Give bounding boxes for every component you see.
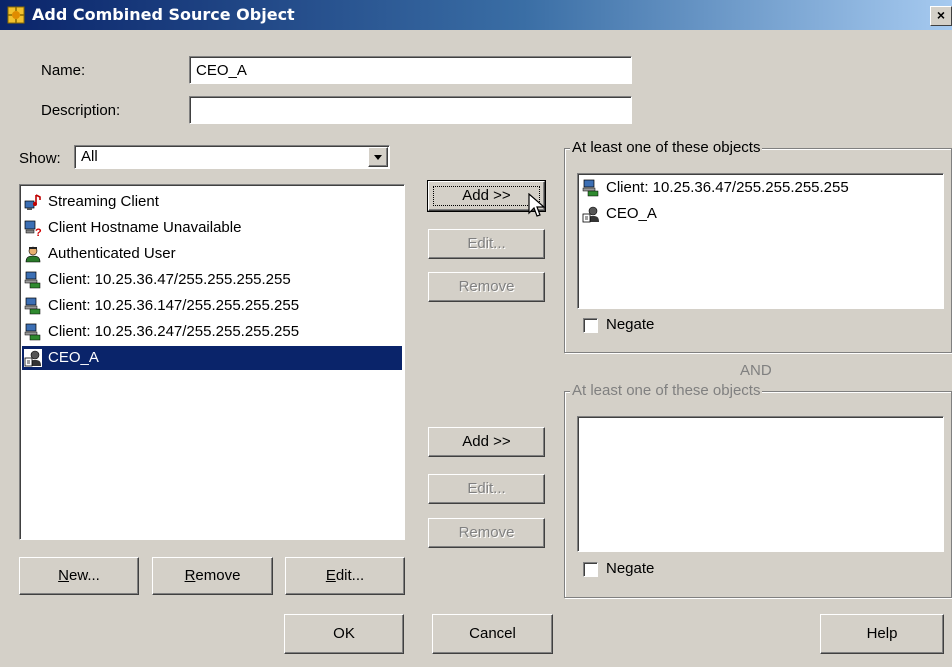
- list-item-label: CEO_A: [606, 205, 657, 222]
- combined-source-icon: [582, 206, 599, 223]
- client-ip-icon: [24, 323, 41, 341]
- chevron-down-icon: [374, 155, 382, 160]
- remove-button-mnemonic: R: [184, 567, 196, 584]
- description-label: Description:: [41, 102, 121, 119]
- source-object-list[interactable]: Streaming Client ? Client Hostname Unava…: [19, 184, 405, 540]
- group1-object-list[interactable]: Client: 10.25.36.47/255.255.255.255 CEO_…: [577, 173, 944, 309]
- list-item-label: Client Hostname Unavailable: [48, 219, 242, 236]
- group2-legend: At least one of these objects: [570, 382, 763, 399]
- remove-button-rest: emove: [195, 567, 241, 584]
- list-item-label: CEO_A: [48, 349, 99, 366]
- list-item-label: Client: 10.25.36.147/255.255.255.255: [48, 297, 300, 314]
- description-field[interactable]: [189, 96, 632, 124]
- remove-button[interactable]: Remove: [152, 557, 273, 595]
- list-item-label: Authenticated User: [48, 245, 176, 262]
- dropdown-arrow-button[interactable]: [368, 147, 388, 167]
- show-label: Show:: [19, 150, 61, 167]
- cancel-button[interactable]: Cancel: [432, 614, 553, 654]
- group1-remove-button[interactable]: Remove: [428, 272, 545, 302]
- group1-edit-button[interactable]: Edit...: [428, 229, 545, 259]
- client-ip-icon: [582, 179, 599, 197]
- group2-object-list[interactable]: [577, 416, 944, 552]
- name-label: Name:: [41, 62, 86, 79]
- edit-button-rest: dit...: [335, 567, 365, 584]
- new-button-mnemonic: N: [58, 567, 69, 584]
- show-select-value: All: [81, 148, 98, 165]
- new-button-rest: ew...: [68, 567, 100, 584]
- window-title: Add Combined Source Object: [32, 5, 295, 24]
- new-button[interactable]: New...: [19, 557, 139, 595]
- group1-negate-checkbox[interactable]: [583, 318, 598, 333]
- group2-edit-button[interactable]: Edit...: [428, 474, 545, 504]
- combined-source-icon: [24, 349, 42, 367]
- list-item-selected[interactable]: CEO_A: [22, 346, 402, 370]
- streaming-client-icon: [24, 194, 41, 210]
- client-ip-icon: [24, 271, 41, 289]
- group2-remove-button[interactable]: Remove: [428, 518, 545, 548]
- close-button[interactable]: ×: [930, 6, 952, 26]
- list-item-label: Client: 10.25.36.47/255.255.255.255: [48, 271, 291, 288]
- help-button[interactable]: Help: [820, 614, 944, 654]
- combined-object-icon: [7, 6, 25, 24]
- group1-legend: At least one of these objects: [570, 139, 763, 156]
- edit-button-mnemonic: E: [325, 567, 336, 584]
- list-item-label: Client: 10.25.36.247/255.255.255.255: [48, 323, 300, 340]
- mouse-cursor-icon: [528, 193, 546, 217]
- show-select[interactable]: All: [74, 145, 390, 169]
- group1-negate-label: Negate: [606, 316, 655, 333]
- group2-add-button[interactable]: Add >>: [428, 427, 545, 457]
- list-item-label: Streaming Client: [48, 193, 159, 210]
- ok-button[interactable]: OK: [284, 614, 404, 654]
- svg-text:?: ?: [35, 227, 42, 237]
- group2-negate-label: Negate: [606, 560, 655, 577]
- and-label: AND: [740, 362, 772, 379]
- focus-rectangle: [433, 186, 540, 206]
- edit-button[interactable]: Edit...: [285, 557, 405, 595]
- list-item-label: Client: 10.25.36.47/255.255.255.255: [606, 179, 849, 196]
- client-ip-icon: [24, 297, 41, 315]
- client-unavailable-icon: ?: [24, 220, 42, 237]
- name-field[interactable]: [189, 56, 632, 84]
- authenticated-user-icon: [25, 246, 41, 263]
- group2-negate-checkbox[interactable]: [583, 562, 598, 577]
